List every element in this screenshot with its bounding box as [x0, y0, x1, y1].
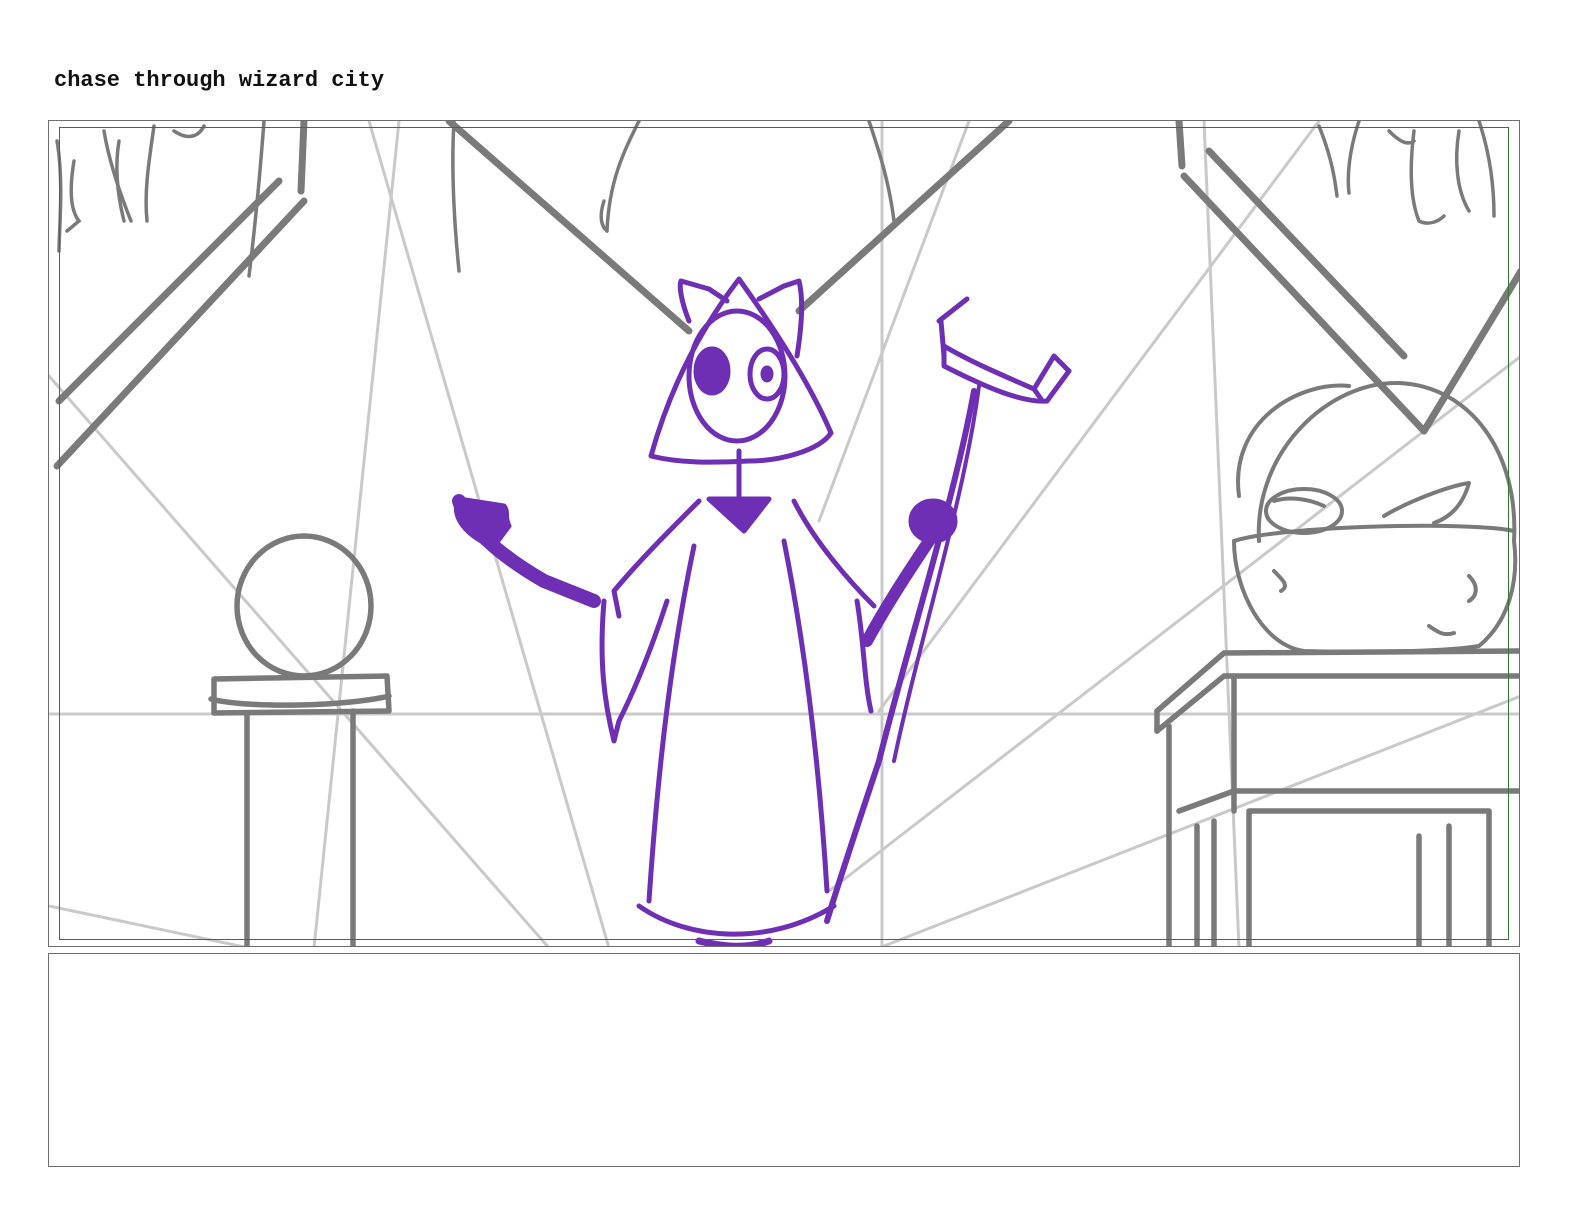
- storyboard-panel: [48, 120, 1520, 947]
- panel-drawing: [49, 121, 1519, 946]
- background-architecture: [53, 121, 1519, 470]
- side-table: [1154, 648, 1519, 946]
- wizard-character: [452, 276, 1072, 946]
- basket-on-table: [1232, 380, 1518, 654]
- panel-notes-box[interactable]: [48, 953, 1520, 1167]
- crystal-ball-pedestal: [208, 533, 392, 946]
- hanging-foliage: [55, 121, 1496, 278]
- page-title: chase through wizard city: [54, 68, 385, 93]
